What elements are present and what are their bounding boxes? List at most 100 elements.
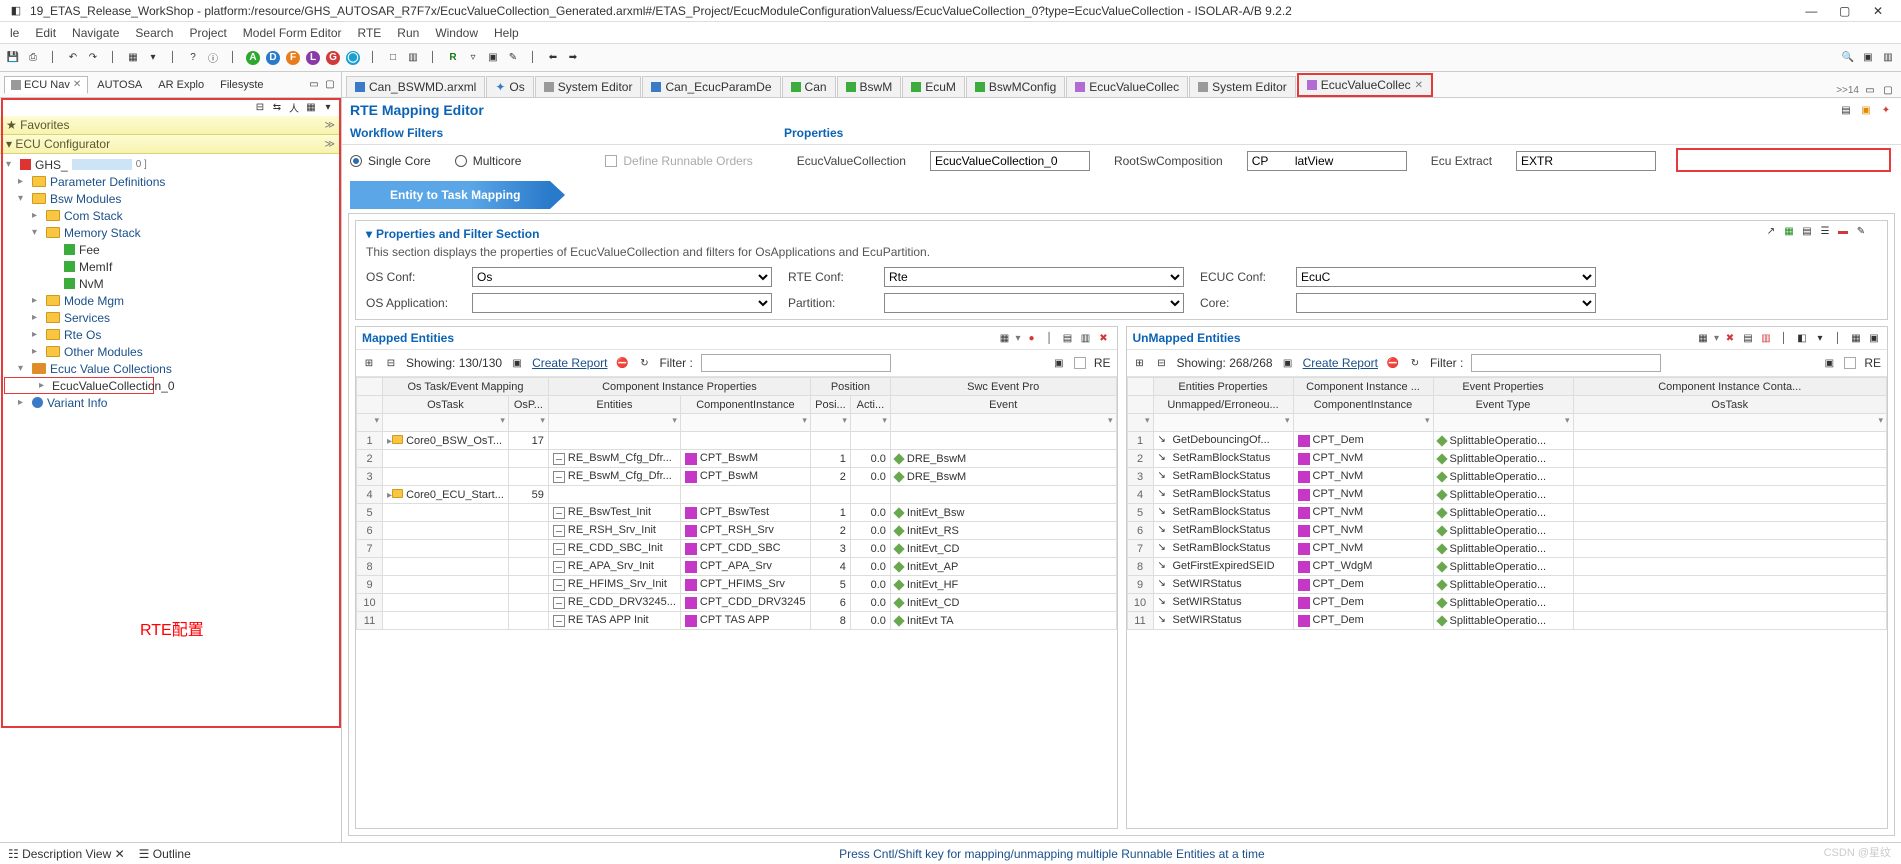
- tree-rteos[interactable]: ▸Rte Os: [2, 326, 339, 343]
- icon[interactable]: ▣: [1822, 356, 1836, 370]
- tool-icon[interactable]: ▤: [1839, 103, 1853, 117]
- menu-item[interactable]: Project: [189, 26, 226, 40]
- save-icon[interactable]: 💾: [6, 51, 20, 65]
- table-row[interactable]: 10RE_CDD_DRV3245...CPT_CDD_DRV324560.0In…: [357, 594, 1117, 612]
- editor-tab[interactable]: System Editor: [535, 76, 642, 97]
- tab-autosar[interactable]: AUTOSA: [90, 76, 149, 94]
- core-select[interactable]: [1296, 293, 1596, 313]
- create-report-link[interactable]: Create Report: [1303, 356, 1378, 370]
- toolbar-icon[interactable]: □: [386, 51, 400, 65]
- editor-tab[interactable]: Can_BSWMD.arxml: [346, 76, 485, 97]
- undo-icon[interactable]: ↶: [66, 51, 80, 65]
- tool-icon[interactable]: ▥: [1079, 331, 1093, 345]
- table-row[interactable]: 4▸ Core0_ECU_Start...59: [357, 486, 1117, 504]
- close-icon[interactable]: ✕: [73, 79, 81, 90]
- circ-icon[interactable]: ◯: [346, 51, 360, 65]
- r-icon[interactable]: R: [446, 51, 460, 65]
- ecucconf-select[interactable]: EcuC: [1296, 267, 1596, 287]
- evc-input[interactable]: [930, 151, 1090, 171]
- table-row[interactable]: 6SetRamBlockStatusCPT_NvMSplittableOpera…: [1127, 522, 1887, 540]
- partition-select[interactable]: [884, 293, 1184, 313]
- grid-icon[interactable]: ▦: [1696, 331, 1710, 345]
- maximize-button[interactable]: ▢: [1830, 4, 1860, 18]
- l-icon[interactable]: L: [306, 51, 320, 65]
- stop-icon[interactable]: ⛔: [615, 356, 629, 370]
- wand-icon[interactable]: ✎: [1854, 224, 1868, 238]
- table-row[interactable]: 9SetWIRStatusCPT_DemSplittableOperatio..…: [1127, 576, 1887, 594]
- toolbar-icon[interactable]: ▦: [126, 51, 140, 65]
- table-row[interactable]: 6RE_RSH_Srv_InitCPT_RSH_Srv20.0InitEvt_R…: [357, 522, 1117, 540]
- help-icon[interactable]: ?: [186, 51, 200, 65]
- table-row[interactable]: 7RE_CDD_SBC_InitCPT_CDD_SBC30.0InitEvt_C…: [357, 540, 1117, 558]
- grid-icon[interactable]: ▤: [1800, 224, 1814, 238]
- a-icon[interactable]: A: [246, 51, 260, 65]
- table-row[interactable]: 3RE_BswM_Cfg_Dfr...CPT_BswM20.0DRE_BswM: [357, 468, 1117, 486]
- tree-bsw[interactable]: ▾Bsw Modules: [2, 190, 339, 207]
- menu-icon[interactable]: ▾: [321, 100, 335, 114]
- table-row[interactable]: 1▸ Core0_BSW_OsT...17: [357, 432, 1117, 450]
- export-icon[interactable]: ↗: [1764, 224, 1778, 238]
- table-row[interactable]: 9RE_HFIMS_Srv_InitCPT_HFIMS_Srv50.0InitE…: [357, 576, 1117, 594]
- table-row[interactable]: 8GetFirstExpiredSEIDCPT_WdgMSplittableOp…: [1127, 558, 1887, 576]
- menu-item[interactable]: le: [10, 26, 19, 40]
- tool-icon[interactable]: ◧: [1795, 331, 1809, 345]
- collapse-icon[interactable]: ⊟: [1155, 356, 1169, 370]
- re-checkbox[interactable]: [1844, 357, 1856, 369]
- create-report-link[interactable]: Create Report: [532, 356, 607, 370]
- redo-icon[interactable]: ↷: [86, 51, 100, 65]
- table-row[interactable]: 2SetRamBlockStatusCPT_NvMSplittableOpera…: [1127, 450, 1887, 468]
- tab-overflow[interactable]: >>14: [1836, 85, 1859, 96]
- table-row[interactable]: 4SetRamBlockStatusCPT_NvMSplittableOpera…: [1127, 486, 1887, 504]
- menu-item[interactable]: Run: [397, 26, 419, 40]
- editor-tab[interactable]: BswM: [837, 76, 902, 97]
- table-row[interactable]: 11SetWIRStatusCPT_DemSplittableOperatio.…: [1127, 612, 1887, 630]
- tool-icon[interactable]: ▤: [1741, 331, 1755, 345]
- collapse-icon[interactable]: ⊟: [253, 100, 267, 114]
- f-icon[interactable]: F: [286, 51, 300, 65]
- tree-other[interactable]: ▸Other Modules: [2, 343, 339, 360]
- g-icon[interactable]: G: [326, 51, 340, 65]
- editor-tab[interactable]: ✦Os: [486, 76, 533, 97]
- d-icon[interactable]: D: [266, 51, 280, 65]
- tree-evc[interactable]: ▾Ecuc Value Collections: [2, 360, 339, 377]
- table-row[interactable]: 11RE TAS APP InitCPT TAS APP80.0InitEvt …: [357, 612, 1117, 630]
- stop-icon[interactable]: ⛔: [1386, 356, 1400, 370]
- menu-item[interactable]: Model Form Editor: [243, 26, 342, 40]
- editor-tab-active[interactable]: EcucValueCollec✕: [1297, 73, 1433, 97]
- tree-variant[interactable]: ▸Variant Info: [2, 394, 339, 411]
- table-row[interactable]: 1GetDebouncingOf...CPT_DemSplittableOper…: [1127, 432, 1887, 450]
- tab-filesystem[interactable]: Filesyste: [213, 76, 270, 94]
- toolbar-icon[interactable]: ✎: [506, 51, 520, 65]
- menu-item[interactable]: Edit: [35, 26, 56, 40]
- tree-evc0[interactable]: ▸EcucValueCollection_0: [4, 377, 154, 394]
- excel-icon[interactable]: ▦: [1782, 224, 1796, 238]
- table-row[interactable]: 2RE_BswM_Cfg_Dfr...CPT_BswM10.0DRE_BswM: [357, 450, 1117, 468]
- toolbar-icon[interactable]: ▥: [406, 51, 420, 65]
- maximize-icon[interactable]: ▢: [323, 78, 337, 92]
- tree-mode[interactable]: ▸Mode Mgm: [2, 292, 339, 309]
- expand-icon[interactable]: ⊞: [1133, 356, 1147, 370]
- filter-input[interactable]: [701, 354, 891, 372]
- propbox-title[interactable]: ▾Properties and Filter Section: [366, 227, 1877, 241]
- tool-icon[interactable]: ▦: [1849, 331, 1863, 345]
- ecu-config-bar[interactable]: ▾ ECU Configurator ≫: [0, 135, 341, 154]
- tab-arexplorer[interactable]: AR Explo: [151, 76, 211, 94]
- minimize-icon[interactable]: ▭: [307, 78, 321, 92]
- tool-icon[interactable]: ▣: [1859, 103, 1873, 117]
- minimize-button[interactable]: —: [1796, 4, 1826, 18]
- delete-icon[interactable]: ✖: [1097, 331, 1111, 345]
- toolbar-icon[interactable]: ▾: [146, 51, 160, 65]
- tool-icon[interactable]: ✦: [1879, 103, 1893, 117]
- tool-icon[interactable]: ▥: [1759, 331, 1773, 345]
- tool-icon[interactable]: ▦: [304, 100, 318, 114]
- tree-fee[interactable]: Fee: [2, 241, 339, 258]
- error-icon[interactable]: ●: [1025, 331, 1039, 345]
- tree-services[interactable]: ▸Services: [2, 309, 339, 326]
- save-all-icon[interactable]: ⎙: [26, 51, 40, 65]
- unmapped-table[interactable]: Entities Properties Component Instance .…: [1127, 377, 1888, 630]
- info-icon[interactable]: ⓘ: [206, 51, 220, 65]
- osconf-select[interactable]: Os: [472, 267, 772, 287]
- table-row[interactable]: 5RE_BswTest_InitCPT_BswTest10.0InitEvt_B…: [357, 504, 1117, 522]
- expand-icon[interactable]: ⊞: [362, 356, 376, 370]
- tab-ecunav[interactable]: ECU Nav✕: [4, 76, 88, 94]
